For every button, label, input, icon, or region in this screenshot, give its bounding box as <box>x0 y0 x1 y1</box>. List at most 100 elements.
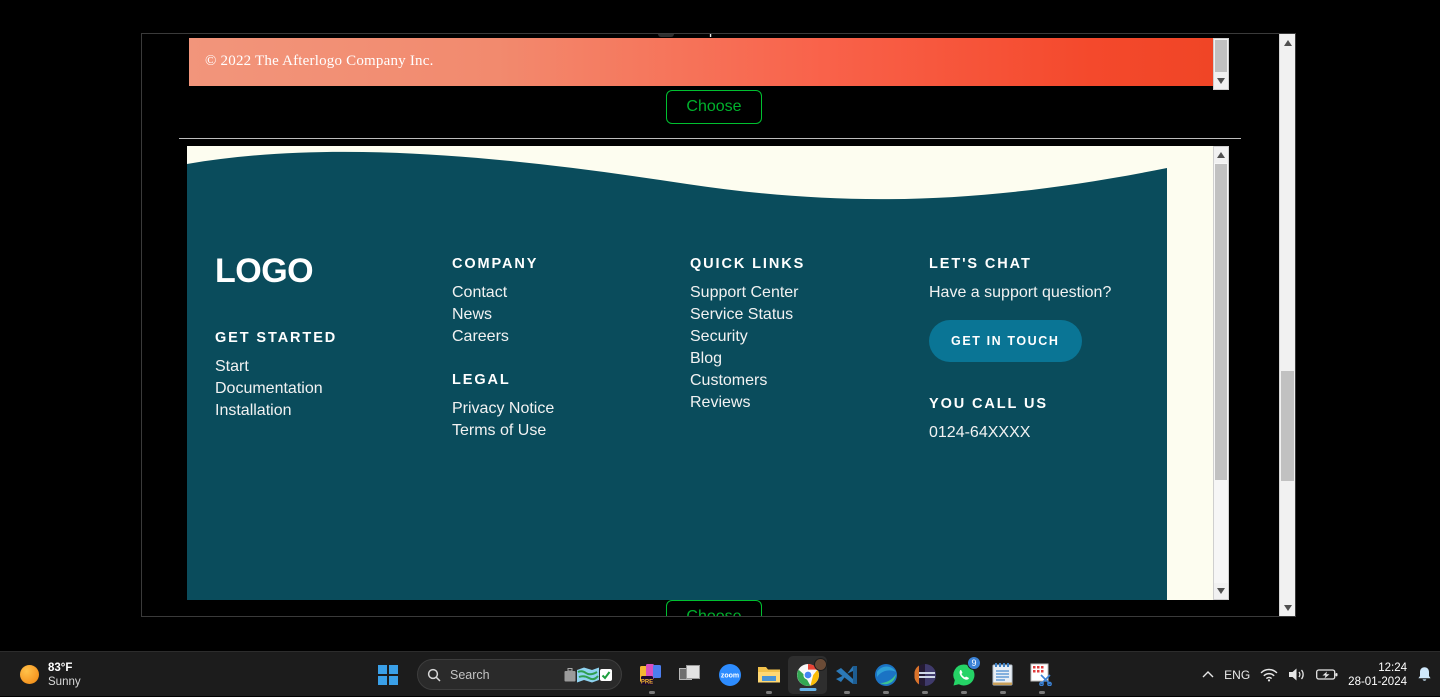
footer-link-privacy-notice[interactable]: Privacy Notice <box>452 398 554 420</box>
chrome-profile-avatar[interactable] <box>814 657 827 671</box>
taskbar-running-indicator <box>921 691 928 694</box>
scroll-up-arrow-icon[interactable] <box>1280 34 1295 51</box>
dark-circle-app-icon <box>913 663 936 686</box>
volume-button[interactable] <box>1288 667 1306 682</box>
footer-link-reviews[interactable]: Reviews <box>690 392 805 414</box>
taskbar-active-indicator <box>799 687 816 691</box>
taskbar-app-whatsapp[interactable]: 9 <box>944 652 983 697</box>
taskbar: 83°F Sunny Search PRE zoom 9 ENG 12:24 2… <box>0 651 1440 696</box>
footer-column-legal: LEGAL Privacy Notice Terms of Use <box>452 372 554 442</box>
footer-link-blog[interactable]: Blog <box>690 348 805 370</box>
taskbar-running-indicator <box>999 691 1006 694</box>
footer-link-support-center[interactable]: Support Center <box>690 282 805 304</box>
check-badge-icon <box>600 668 612 681</box>
taskbar-app-file-explorer[interactable] <box>749 652 788 697</box>
weather-widget[interactable]: 83°F Sunny <box>14 652 87 697</box>
footer-logo: LOGO <box>215 252 314 290</box>
clock-time: 12:24 <box>1378 661 1407 674</box>
footer-link-terms-of-use[interactable]: Terms of Use <box>452 420 554 442</box>
vscode-icon <box>836 665 857 684</box>
show-hidden-icons-button[interactable] <box>1202 670 1214 679</box>
taskbar-running-indicator <box>843 691 850 694</box>
footer-heading-company: COMPANY <box>452 256 539 272</box>
get-in-touch-button[interactable]: GET IN TOUCH <box>929 320 1082 362</box>
premiere-icon: PRE <box>639 663 661 685</box>
footer-link-security[interactable]: Security <box>690 326 805 348</box>
browser-window: Shop Online © 2022 The Afterlogo Company… <box>141 33 1296 617</box>
page-content: Shop Online © 2022 The Afterlogo Company… <box>142 34 1281 616</box>
footer-link-customers[interactable]: Customers <box>690 370 805 392</box>
whatsapp-badge: 9 <box>967 656 981 670</box>
cut-off-header-label: Shop Online <box>682 34 765 38</box>
taskbar-running-indicator <box>765 691 772 694</box>
speaker-icon <box>1289 668 1304 681</box>
taskbar-app-task-view[interactable] <box>671 652 710 697</box>
zoom-icon: zoom <box>718 663 741 686</box>
footer-preview-panel-2[interactable]: LOGO GET STARTED Start Documentation Ins… <box>187 146 1229 600</box>
taskbar-app-snipping-tool[interactable] <box>1022 652 1061 697</box>
browser-scrollbar-thumb[interactable] <box>1281 371 1294 481</box>
footer-column-company: COMPANY Contact News Careers <box>452 256 538 348</box>
preview-frame-2: LOGO GET STARTED Start Documentation Ins… <box>187 146 1213 600</box>
taskbar-running-indicator <box>1038 691 1045 694</box>
preview1-scrollbar[interactable] <box>1213 38 1229 90</box>
footer-link-installation[interactable]: Installation <box>215 400 337 422</box>
footer-link-documentation[interactable]: Documentation <box>215 378 337 400</box>
sun-icon <box>20 665 39 684</box>
search-suggestion-icons[interactable] <box>564 667 612 683</box>
desktop: Shop Online © 2022 The Afterlogo Company… <box>0 0 1440 696</box>
preview-frame-1: © 2022 The Afterlogo Company Inc. <box>189 38 1213 90</box>
search-input[interactable]: Search <box>417 659 622 690</box>
language-indicator[interactable]: ENG <box>1224 668 1250 682</box>
wifi-icon <box>1260 668 1278 681</box>
battery-button[interactable] <box>1316 668 1338 681</box>
taskbar-app-dark-circle[interactable] <box>905 652 944 697</box>
copyright-text: © 2022 The Afterlogo Company Inc. <box>205 53 434 69</box>
map-icon <box>577 667 599 682</box>
bell-icon <box>1418 667 1431 681</box>
weather-temperature: 83°F <box>48 661 73 674</box>
footer-link-start[interactable]: Start <box>215 356 337 378</box>
taskbar-app-vscode[interactable] <box>827 652 866 697</box>
footer-column-lets-chat: LET'S CHAT Have a support question? GET … <box>929 256 1111 362</box>
footer-heading-lets-chat: LET'S CHAT <box>929 256 1032 272</box>
footer-phone-number: 0124-64XXXX <box>929 424 1031 441</box>
wifi-status-button[interactable] <box>1260 668 1278 682</box>
choose-button-1[interactable]: Choose <box>666 90 762 124</box>
taskbar-running-indicator <box>648 691 655 694</box>
windows-logo-icon <box>377 664 398 685</box>
footer-heading-legal: LEGAL <box>452 372 511 388</box>
taskbar-app-notepad[interactable] <box>983 652 1022 697</box>
system-tray: ENG 12:24 28-01-2024 <box>1202 652 1432 697</box>
notepad-icon <box>992 663 1013 686</box>
footer-link-contact[interactable]: Contact <box>452 282 538 304</box>
choose-button-2[interactable]: Choose <box>666 600 762 616</box>
taskbar-app-edge[interactable] <box>866 652 905 697</box>
orange-gradient-footer: © 2022 The Afterlogo Company Inc. <box>189 38 1213 86</box>
preview1-scrollbar-thumb[interactable] <box>1215 40 1227 72</box>
preview2-scrollbar-thumb[interactable] <box>1215 164 1227 480</box>
taskbar-app-chrome[interactable] <box>788 655 827 694</box>
footer-column-quick-links: QUICK LINKS Support Center Service Statu… <box>690 256 805 414</box>
taskbar-app-premiere[interactable]: PRE <box>632 652 671 697</box>
svg-text:zoom: zoom <box>720 672 738 679</box>
taskbar-app-zoom[interactable]: zoom <box>710 652 749 697</box>
scroll-down-arrow-icon[interactable] <box>1214 583 1228 599</box>
footer-column-you-call-us: YOU CALL US 0124-64XXXX <box>929 396 1048 444</box>
footer-link-service-status[interactable]: Service Status <box>690 304 805 326</box>
browser-scrollbar[interactable] <box>1279 34 1295 616</box>
battery-icon <box>1316 669 1338 680</box>
scroll-down-arrow-icon[interactable] <box>1280 599 1295 616</box>
footer-preview-panel-1[interactable]: © 2022 The Afterlogo Company Inc. <box>189 38 1229 90</box>
preview2-scrollbar[interactable] <box>1213 146 1229 600</box>
footer-heading-get-started: GET STARTED <box>215 330 338 346</box>
scroll-up-arrow-icon[interactable] <box>1214 147 1228 163</box>
footer-link-careers[interactable]: Careers <box>452 326 538 348</box>
chevron-up-icon <box>1202 671 1214 678</box>
scroll-down-arrow-icon[interactable] <box>1214 73 1228 89</box>
start-button[interactable] <box>368 652 407 697</box>
footer-content: LOGO GET STARTED Start Documentation Ins… <box>187 146 1167 600</box>
notifications-button[interactable] <box>1417 666 1432 683</box>
clock[interactable]: 12:24 28-01-2024 <box>1348 661 1407 689</box>
footer-link-news[interactable]: News <box>452 304 538 326</box>
